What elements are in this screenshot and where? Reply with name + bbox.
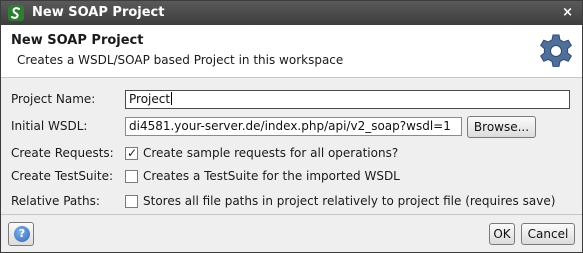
relative-paths-option[interactable]: Stores all file paths in project relativ… [143, 194, 555, 208]
create-requests-option[interactable]: Create sample requests for all operation… [143, 146, 398, 160]
close-icon[interactable]: × [562, 5, 573, 20]
project-name-field[interactable]: Project [125, 90, 570, 109]
title-bar[interactable]: New SOAP Project × [1, 1, 582, 25]
header-title: New SOAP Project [11, 33, 144, 48]
project-name-value: Project [129, 92, 171, 106]
gear-icon [540, 34, 572, 67]
help-icon: ? [14, 226, 30, 242]
check-mark-icon: ✓ [127, 146, 138, 160]
relative-paths-checkbox[interactable] [125, 195, 138, 208]
dialog-footer: ? OK Cancel [1, 214, 582, 252]
create-requests-label: Create Requests: [11, 146, 114, 160]
create-requests-checkbox[interactable]: ✓ [125, 146, 138, 160]
cancel-button[interactable]: Cancel [521, 223, 575, 245]
relative-paths-label: Relative Paths: [11, 194, 100, 208]
create-testsuite-label: Create TestSuite: [11, 169, 114, 183]
initial-wsdl-label: Initial WSDL: [11, 119, 88, 133]
initial-wsdl-field[interactable]: di4581.your-server.de/index.php/api/v2_s… [125, 117, 462, 136]
create-testsuite-option[interactable]: Creates a TestSuite for the imported WSD… [143, 169, 400, 183]
header-description: Creates a WSDL/SOAP based Project in thi… [17, 53, 344, 67]
ok-button[interactable]: OK [489, 223, 515, 245]
window-title: New SOAP Project [32, 5, 165, 20]
dialog-header: New SOAP Project Creates a WSDL/SOAP bas… [1, 25, 582, 78]
new-soap-project-dialog: New SOAP Project × New SOAP Project Crea… [0, 0, 583, 253]
soapui-logo-icon [8, 5, 24, 21]
help-button[interactable]: ? [8, 222, 34, 246]
project-form: Project Name: Project Initial WSDL: di45… [1, 79, 582, 214]
project-name-label: Project Name: [11, 92, 96, 106]
text-caret [171, 92, 173, 105]
create-testsuite-checkbox[interactable] [125, 170, 138, 183]
browse-button[interactable]: Browse... [467, 116, 536, 138]
